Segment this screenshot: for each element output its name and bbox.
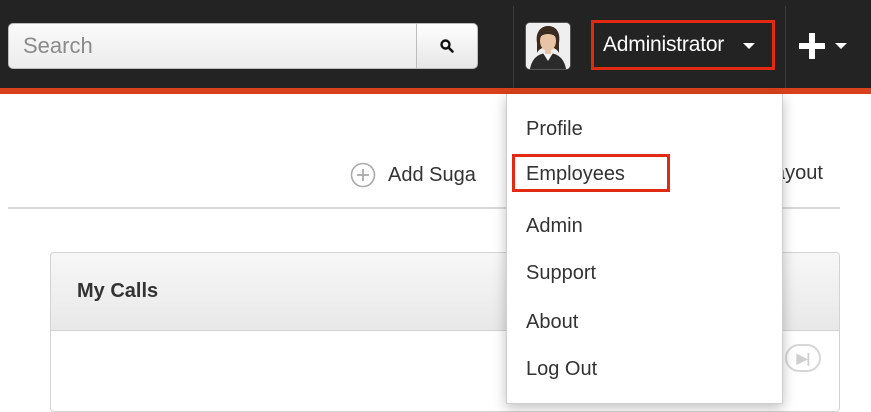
- last-page-icon: ▶|: [796, 349, 811, 366]
- add-sugar-dashlet-button[interactable]: Add Suga: [350, 161, 476, 189]
- nav-divider: [785, 6, 786, 88]
- dashlet-title: My Calls: [77, 280, 159, 302]
- add-circle-icon: [350, 162, 376, 188]
- menu-item-log-out[interactable]: Log Out: [526, 358, 597, 381]
- menu-item-profile[interactable]: Profile: [526, 118, 583, 141]
- search-input[interactable]: [8, 23, 416, 69]
- user-name: Administrator: [603, 33, 725, 56]
- global-search: [8, 23, 478, 69]
- user-menu-toggle[interactable]: Administrator: [591, 20, 775, 70]
- chevron-down-icon: [835, 43, 847, 49]
- menu-item-support[interactable]: Support: [526, 262, 596, 285]
- avatar[interactable]: [526, 23, 570, 69]
- search-icon: [440, 39, 454, 53]
- user-photo: [526, 23, 570, 69]
- last-page-button[interactable]: ▶|: [785, 344, 821, 372]
- user-dropdown-menu: Profile Employees Admin Support About Lo…: [506, 94, 783, 404]
- plus-icon: [799, 33, 825, 59]
- quick-create-button[interactable]: [797, 22, 867, 70]
- chevron-down-icon: [743, 43, 755, 49]
- menu-item-admin[interactable]: Admin: [526, 215, 583, 238]
- nav-divider: [513, 6, 514, 88]
- add-sugar-label: Add Suga: [388, 163, 476, 186]
- menu-item-about[interactable]: About: [526, 311, 578, 334]
- search-button[interactable]: [416, 23, 478, 69]
- menu-item-employees[interactable]: Employees: [526, 163, 625, 186]
